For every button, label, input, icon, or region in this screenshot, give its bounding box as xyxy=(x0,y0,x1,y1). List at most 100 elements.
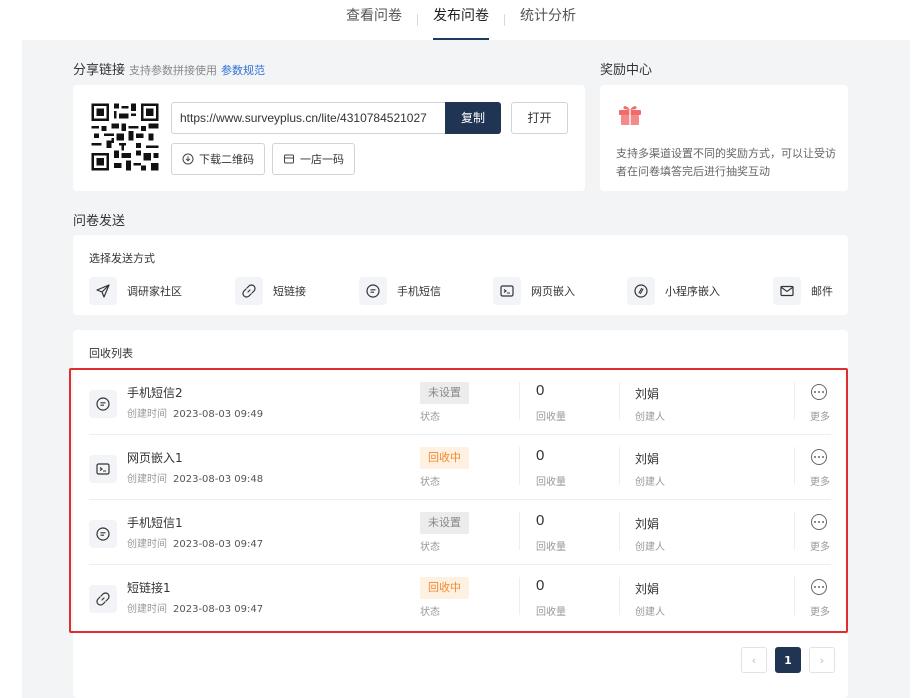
method-web-embed[interactable]: 网页嵌入 xyxy=(493,277,575,305)
count-label: 回收量 xyxy=(536,542,566,553)
terminal-icon xyxy=(89,455,117,483)
more-icon[interactable] xyxy=(811,514,827,530)
prev-page-button[interactable]: ‹ xyxy=(741,647,767,673)
method-short-link[interactable]: 短链接 xyxy=(235,277,306,305)
status-label: 状态 xyxy=(420,477,440,488)
more-icon[interactable] xyxy=(811,384,827,400)
recovery-list-card: 回收列表 手机短信2 创建时间 2023-08-03 09:49 未设置 状态 0… xyxy=(73,330,848,698)
recovery-count: 0 xyxy=(536,382,545,399)
created-time: 创建时间 2023-08-03 09:47 xyxy=(127,539,264,550)
column-divider xyxy=(794,577,795,615)
next-page-button[interactable]: › xyxy=(809,647,835,673)
message-icon xyxy=(359,277,387,305)
share-section-title: 分享链接 支持参数拼接使用 参数规范 xyxy=(73,59,265,78)
status-label: 状态 xyxy=(420,607,440,618)
count-label: 回收量 xyxy=(536,412,566,423)
share-hint: 支持参数拼接使用 xyxy=(129,64,218,77)
creator-label: 创建人 xyxy=(635,477,665,488)
column-divider xyxy=(794,447,795,485)
method-label: 手机短信 xyxy=(397,285,441,298)
send-methods-card: 选择发送方式 调研家社区 短链接 手机短信 网页嵌入 小程序嵌入 邮件 xyxy=(73,235,848,315)
terminal-icon xyxy=(493,277,521,305)
page-button-current[interactable]: 1 xyxy=(775,647,801,673)
download-qr-button[interactable]: 下载二维码 xyxy=(171,143,265,175)
param-spec-link[interactable]: 参数规范 xyxy=(221,64,265,77)
main-content: 分享链接 支持参数拼接使用 参数规范 https://www.surveyplu… xyxy=(22,40,910,698)
reward-description: 支持多渠道设置不同的奖励方式，可以让受访者在问卷填答完后进行抽奖互动 xyxy=(616,147,836,178)
column-divider xyxy=(619,447,620,485)
count-label: 回收量 xyxy=(536,607,566,618)
method-label: 网页嵌入 xyxy=(531,285,575,298)
method-community[interactable]: 调研家社区 xyxy=(89,277,182,305)
reward-card[interactable]: 支持多渠道设置不同的奖励方式，可以让受访者在问卷填答完后进行抽奖互动 xyxy=(600,85,848,191)
send-section-title: 问卷发送 xyxy=(73,214,126,229)
creator-name: 刘娟 xyxy=(635,452,660,466)
recovery-row[interactable]: 手机短信1 创建时间 2023-08-03 09:47 未设置 状态 0 回收量 … xyxy=(89,500,831,565)
one-shop-code-label: 一店一码 xyxy=(300,153,344,166)
created-time: 创建时间 2023-08-03 09:49 xyxy=(127,409,264,420)
share-url-field[interactable]: https://www.surveyplus.cn/lite/431078452… xyxy=(171,102,445,134)
creator-name: 刘娟 xyxy=(635,582,660,596)
column-divider xyxy=(519,577,520,615)
column-divider xyxy=(619,382,620,420)
tab-view-survey[interactable]: 查看问卷 xyxy=(331,0,417,40)
recovery-row[interactable]: 网页嵌入1 创建时间 2023-08-03 09:48 回收中 状态 0 回收量 … xyxy=(89,435,831,500)
column-divider xyxy=(619,577,620,615)
column-divider xyxy=(794,382,795,420)
recovery-count: 0 xyxy=(536,577,545,594)
more-label[interactable]: 更多 xyxy=(810,408,830,423)
channel-name[interactable]: 网页嵌入1 xyxy=(127,449,183,466)
open-button[interactable]: 打开 xyxy=(511,102,568,134)
gift-icon xyxy=(619,106,641,125)
one-shop-code-button[interactable]: 一店一码 xyxy=(272,143,355,175)
status-badge: 回收中 xyxy=(420,577,469,599)
pagination: ‹ 1 › xyxy=(741,647,835,673)
method-sms[interactable]: 手机短信 xyxy=(359,277,441,305)
reward-section-title: 奖励中心 xyxy=(600,63,653,78)
more-label[interactable]: 更多 xyxy=(810,603,830,618)
channel-name[interactable]: 手机短信2 xyxy=(127,384,183,401)
column-divider xyxy=(794,512,795,550)
mini-program-icon xyxy=(627,277,655,305)
creator-name: 刘娟 xyxy=(635,517,660,531)
creator-name: 刘娟 xyxy=(635,387,660,401)
method-label: 调研家社区 xyxy=(127,285,182,298)
recovery-row[interactable]: 手机短信2 创建时间 2023-08-03 09:49 未设置 状态 0 回收量 … xyxy=(89,370,831,435)
status-label: 状态 xyxy=(420,412,440,423)
more-label[interactable]: 更多 xyxy=(810,538,830,553)
more-icon[interactable] xyxy=(811,579,827,595)
method-label: 短链接 xyxy=(273,285,306,298)
channel-name[interactable]: 短链接1 xyxy=(127,579,171,596)
column-divider xyxy=(619,512,620,550)
more-label[interactable]: 更多 xyxy=(810,473,830,488)
copy-button[interactable]: 复制 xyxy=(445,102,501,134)
link-icon xyxy=(89,585,117,613)
recovery-count: 0 xyxy=(536,447,545,464)
mail-icon xyxy=(773,277,801,305)
download-icon xyxy=(182,153,194,165)
qr-code xyxy=(89,101,161,173)
recovery-row[interactable]: 短链接1 创建时间 2023-08-03 09:47 回收中 状态 0 回收量 刘… xyxy=(89,565,831,630)
created-time: 创建时间 2023-08-03 09:47 xyxy=(127,604,264,615)
channel-name[interactable]: 手机短信1 xyxy=(127,514,183,531)
tab-publish-survey[interactable]: 发布问卷 xyxy=(418,0,504,40)
creator-label: 创建人 xyxy=(635,542,665,553)
share-title: 分享链接 xyxy=(73,63,126,78)
count-label: 回收量 xyxy=(536,477,566,488)
status-label: 状态 xyxy=(420,542,440,553)
created-time: 创建时间 2023-08-03 09:48 xyxy=(127,474,264,485)
share-card: https://www.surveyplus.cn/lite/431078452… xyxy=(73,85,585,191)
column-divider xyxy=(519,447,520,485)
column-divider xyxy=(519,512,520,550)
status-badge: 回收中 xyxy=(420,447,469,469)
more-icon[interactable] xyxy=(811,449,827,465)
tab-statistics[interactable]: 统计分析 xyxy=(505,0,591,40)
method-email[interactable]: 邮件 xyxy=(773,277,833,305)
download-qr-label: 下载二维码 xyxy=(199,153,254,166)
status-badge: 未设置 xyxy=(420,512,469,534)
message-icon xyxy=(89,390,117,418)
recovery-list-title: 回收列表 xyxy=(89,347,133,360)
method-mini-program[interactable]: 小程序嵌入 xyxy=(627,277,720,305)
method-label: 邮件 xyxy=(811,285,833,298)
creator-label: 创建人 xyxy=(635,412,665,423)
